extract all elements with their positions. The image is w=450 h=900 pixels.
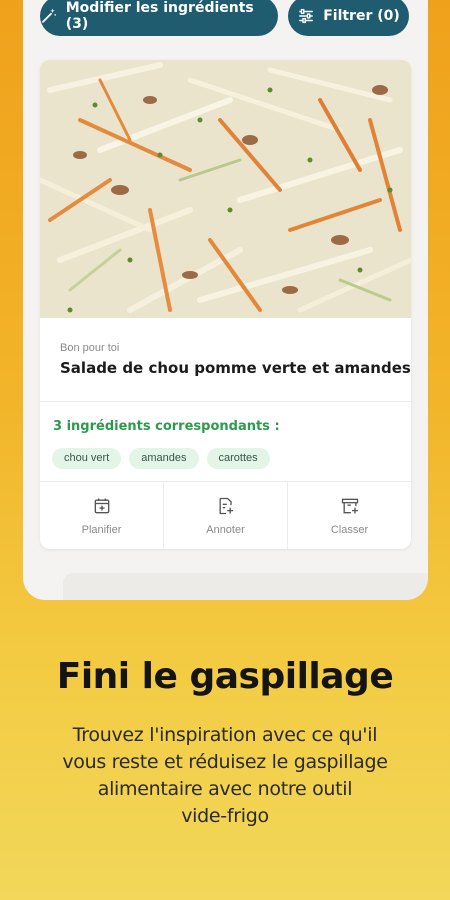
ingredient-tags: chou vert amandes carottes — [52, 448, 270, 469]
next-recipe-card[interactable] — [63, 573, 428, 600]
filter-label: Filtrer (0) — [323, 8, 400, 24]
modify-ingredients-button[interactable]: Modifier les ingrédients (3) — [40, 0, 278, 36]
divider — [40, 401, 411, 402]
recipe-card[interactable]: Bon pour toi Salade de chou pomme verte … — [40, 60, 411, 549]
calendar-plus-icon — [94, 498, 109, 513]
filter-button[interactable]: Filtrer (0) — [288, 0, 409, 36]
recipe-actions: Planifier Annoter Classer — [40, 482, 411, 549]
ingredient-tag: carottes — [206, 448, 270, 469]
archive-add-icon — [341, 498, 358, 513]
sliders-icon — [299, 8, 313, 24]
magic-wand-icon — [42, 8, 56, 23]
recipe-photo[interactable] — [40, 60, 411, 318]
modify-ingredients-label: Modifier les ingrédients (3) — [65, 0, 254, 32]
classify-label: Classer — [330, 523, 369, 536]
recipe-subtitle: Bon pour toi — [60, 342, 120, 354]
annotate-label: Annoter — [206, 523, 245, 536]
plan-button[interactable]: Planifier — [40, 482, 164, 549]
annotate-button[interactable]: Annoter — [164, 482, 288, 549]
plan-label: Planifier — [81, 523, 122, 536]
matching-ingredients-label: 3 ingrédients correspondants : — [53, 419, 280, 434]
ingredient-tag: amandes — [129, 448, 199, 469]
classify-button[interactable]: Classer — [288, 482, 411, 549]
promo-description: Trouvez l'inspiration avec ce qu'il vous… — [62, 724, 388, 827]
ingredient-tag: chou vert — [52, 448, 122, 469]
promo-headline: Fini le gaspillage — [56, 656, 394, 697]
note-add-icon — [219, 497, 233, 514]
recipe-title[interactable]: Salade de chou pomme verte et amandes — [60, 359, 411, 377]
